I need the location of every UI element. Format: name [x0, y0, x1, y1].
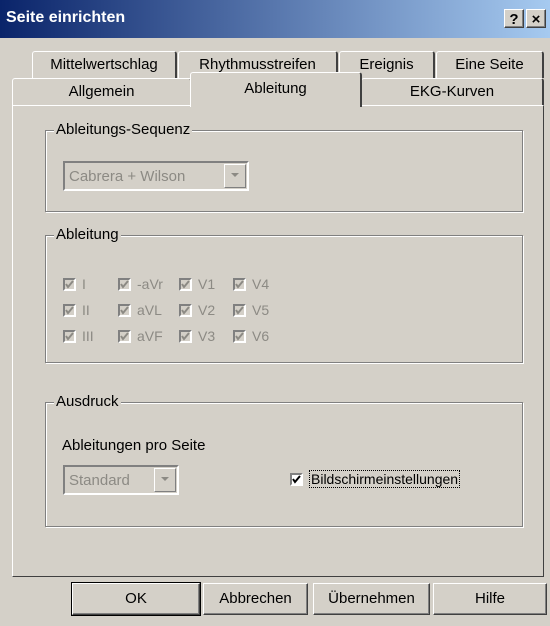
tab-mittelwertschlag[interactable]: Mittelwertschlag — [32, 51, 177, 78]
checkbox-box[interactable] — [118, 303, 131, 317]
checkbox-box[interactable] — [179, 303, 192, 317]
lead-checkbox[interactable]: aVL — [118, 302, 162, 318]
tab-eine-seite[interactable]: Eine Seite — [436, 51, 544, 78]
lead-checkbox[interactable]: aVF — [118, 328, 163, 344]
lead-label: V2 — [198, 302, 216, 318]
window-title: Seite einrichten — [6, 9, 126, 26]
lead-label: V4 — [252, 276, 270, 292]
checkbox-box[interactable] — [179, 329, 192, 343]
lead-checkbox[interactable]: -aVr — [118, 276, 163, 292]
checkbox-box[interactable] — [63, 277, 76, 291]
lead-label: V6 — [252, 328, 270, 344]
leads-legend: Ableitung — [54, 226, 121, 243]
per-page-select[interactable]: Standard — [63, 465, 179, 495]
checkbox-box[interactable] — [233, 329, 246, 343]
checkbox-box[interactable] — [233, 303, 246, 317]
per-page-value: Standard — [69, 472, 130, 489]
sequence-value: Cabrera + Wilson — [69, 168, 186, 185]
checkbox-box[interactable] — [118, 329, 131, 343]
lead-checkbox[interactable]: III — [63, 328, 94, 344]
lead-label: III — [82, 328, 94, 344]
lead-label: V5 — [252, 302, 270, 318]
checkbox-box[interactable] — [290, 472, 303, 486]
apply-button[interactable]: Übernehmen — [313, 583, 430, 615]
lead-label: II — [82, 302, 90, 318]
print-group: Ausdruck Ableitungen pro Seite Standard … — [45, 393, 523, 527]
lead-label: V1 — [198, 276, 216, 292]
checkbox-box[interactable] — [63, 329, 76, 343]
leads-group: Ableitung I -aVr V1 V4 II aVL V2 V5 III aVF V3 V6 — [45, 226, 523, 363]
checkbox-box[interactable] — [179, 277, 192, 291]
sequence-group: Ableitungs-Sequenz Cabrera + Wilson — [45, 121, 523, 212]
lead-label: I — [82, 276, 86, 292]
lead-checkbox[interactable]: V2 — [179, 302, 215, 318]
close-button[interactable]: × — [526, 9, 546, 28]
ok-button[interactable]: OK — [71, 582, 201, 616]
tab-panel: Ableitungs-Sequenz Cabrera + Wilson Able… — [12, 105, 544, 577]
lead-label: aVF — [137, 328, 163, 344]
lead-label: V3 — [198, 328, 216, 344]
help-title-button[interactable]: ? — [504, 9, 524, 28]
tab-allgemein[interactable]: Allgemein — [12, 78, 192, 106]
screen-settings-checkbox[interactable]: Bildschirmeinstellungen — [290, 470, 461, 488]
lead-checkbox[interactable]: I — [63, 276, 86, 292]
lead-checkbox[interactable]: V3 — [179, 328, 215, 344]
lead-checkbox[interactable]: II — [63, 302, 90, 318]
lead-label: aVL — [137, 302, 162, 318]
sequence-select[interactable]: Cabrera + Wilson — [63, 161, 249, 191]
lead-checkbox[interactable]: V4 — [233, 276, 269, 292]
cancel-button[interactable]: Abbrechen — [203, 583, 308, 615]
checkbox-box[interactable] — [233, 277, 246, 291]
checkbox-box[interactable] — [118, 277, 131, 291]
tab-ekg-kurven[interactable]: EKG-Kurven — [361, 78, 544, 106]
per-page-label: Ableitungen pro Seite — [62, 437, 206, 454]
chevron-down-icon[interactable] — [224, 164, 246, 188]
lead-checkbox[interactable]: V1 — [179, 276, 215, 292]
title-bar: Seite einrichten ? × — [0, 0, 550, 38]
screen-settings-label: Bildschirmeinstellungen — [309, 470, 461, 488]
print-legend: Ausdruck — [54, 393, 121, 410]
lead-checkbox[interactable]: V5 — [233, 302, 269, 318]
lead-checkbox[interactable]: V6 — [233, 328, 269, 344]
help-button[interactable]: Hilfe — [433, 583, 547, 615]
lead-label: -aVr — [137, 276, 163, 292]
tab-ableitung[interactable]: Ableitung — [190, 72, 362, 107]
sequence-legend: Ableitungs-Sequenz — [54, 121, 193, 138]
checkbox-box[interactable] — [63, 303, 76, 317]
chevron-down-icon[interactable] — [154, 468, 176, 492]
